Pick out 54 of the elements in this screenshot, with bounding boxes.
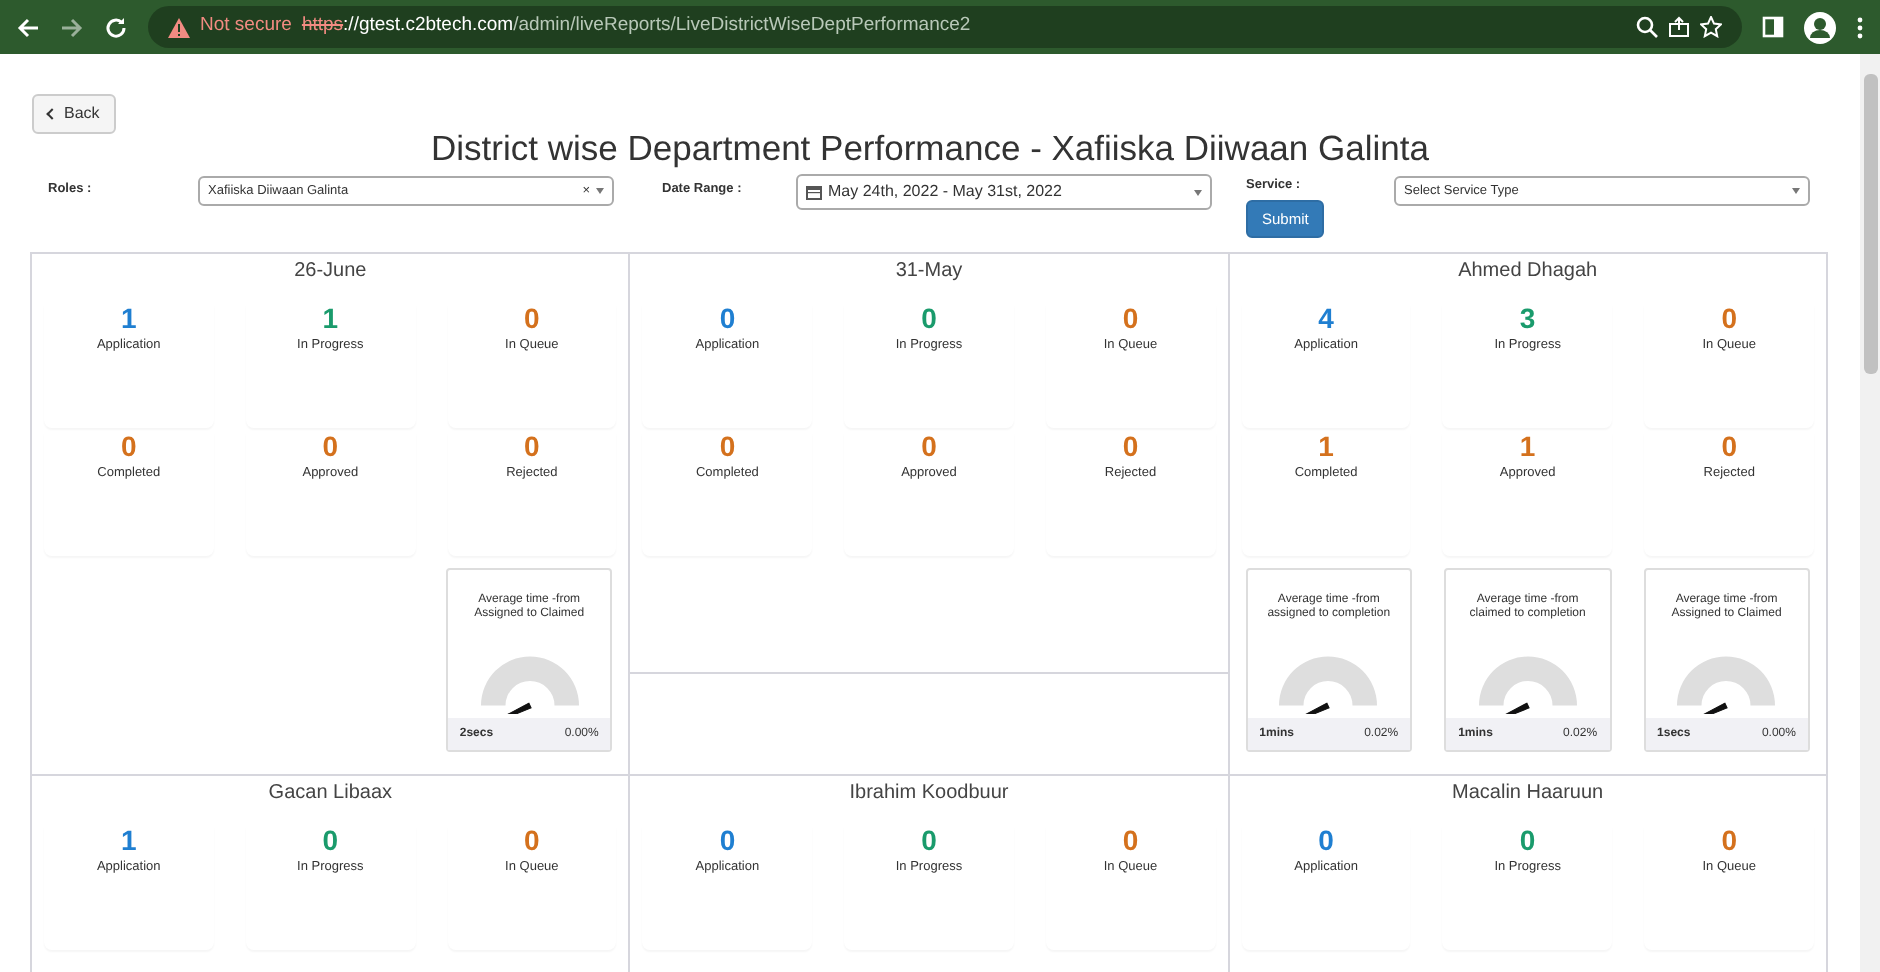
stat-value: 0 bbox=[1719, 428, 1739, 464]
stat-value: 0 bbox=[1719, 300, 1739, 336]
stat-value: 1 bbox=[118, 300, 139, 336]
stat-value: 0 bbox=[522, 822, 542, 858]
card-title: Gacan Libaax bbox=[266, 782, 395, 806]
stat-value: 4 bbox=[1316, 300, 1336, 336]
page-title: District wise Department Performance - Xafiiska Diiwaan Galinta bbox=[429, 128, 1431, 168]
stat-value: 0 bbox=[1316, 822, 1336, 858]
stat-value: 0 bbox=[522, 300, 542, 336]
reload-icon[interactable] bbox=[104, 15, 128, 39]
stat-value: 0 bbox=[1517, 822, 1538, 858]
card-title: Ibrahim Koodbuur bbox=[847, 782, 1011, 806]
stat-value: 1 bbox=[320, 300, 341, 336]
stat-value: 0 bbox=[320, 822, 341, 858]
star-icon[interactable] bbox=[1700, 16, 1722, 38]
stat-value: 0 bbox=[320, 428, 341, 464]
stat-value: 0 bbox=[717, 822, 738, 858]
address-bar[interactable]: Not secure https://gtest.c2btech.com/admin/liveReports/LiveDistrictWiseDeptPerformance2 bbox=[148, 6, 1742, 48]
stat-value: 0 bbox=[717, 300, 738, 336]
stat-value: 0 bbox=[919, 822, 939, 858]
stat-value: 0 bbox=[1120, 428, 1141, 464]
caret-icon bbox=[596, 188, 604, 194]
caret-icon bbox=[1792, 188, 1800, 194]
calendar-icon bbox=[806, 184, 822, 200]
card-title: Ahmed Dhagah bbox=[1456, 260, 1600, 284]
stat-value: 0 bbox=[1120, 300, 1141, 336]
forward-icon[interactable] bbox=[60, 15, 84, 39]
security-label: Not secure bbox=[200, 12, 292, 41]
stat-value: 1 bbox=[1316, 428, 1336, 464]
stat-value: 0 bbox=[1719, 822, 1739, 858]
scrollbar[interactable] bbox=[1860, 54, 1880, 972]
date-range-field[interactable]: May 24th, 2022 - May 31st, 2022 bbox=[796, 174, 1212, 210]
menu-icon[interactable] bbox=[1856, 15, 1864, 39]
stat-value: 0 bbox=[717, 428, 738, 464]
card-title: 26-June bbox=[292, 260, 369, 284]
back-icon[interactable] bbox=[16, 15, 40, 39]
stat-value: 0 bbox=[1120, 822, 1141, 858]
stat-value: 3 bbox=[1517, 300, 1538, 336]
stat-value: 0 bbox=[919, 300, 939, 336]
stat-value: 0 bbox=[919, 428, 939, 464]
stat-value: 0 bbox=[118, 428, 139, 464]
card-title: 31-May bbox=[893, 260, 965, 284]
warning-icon bbox=[168, 17, 190, 37]
stat-value: 0 bbox=[522, 428, 542, 464]
card-title: Macalin Haaruun bbox=[1450, 782, 1606, 806]
stat-value: 1 bbox=[1517, 428, 1538, 464]
url-text[interactable]: https://gtest.c2btech.com/admin/liveReports/LiveDistrictWiseDeptPerformance2 bbox=[301, 12, 971, 42]
sidebar-icon[interactable] bbox=[1762, 16, 1784, 38]
search-icon[interactable] bbox=[1636, 16, 1658, 38]
caret-icon bbox=[1194, 189, 1202, 195]
share-icon[interactable] bbox=[1668, 16, 1690, 38]
avatar-icon[interactable] bbox=[1804, 11, 1836, 43]
stat-value: 1 bbox=[118, 822, 139, 858]
back-button[interactable]: Back bbox=[32, 94, 116, 134]
